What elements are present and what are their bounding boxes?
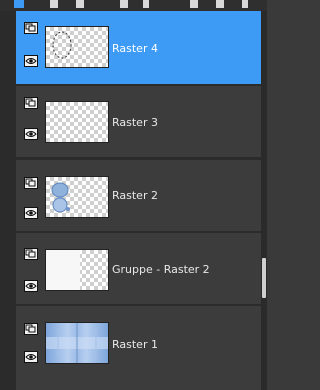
layer-stack-icon[interactable] [24,248,38,260]
toolbar-icon-3[interactable] [76,0,84,8]
layer-row[interactable]: Raster 2 [16,160,261,232]
toolbar-icon-1[interactable] [14,0,24,8]
layer-thumbnail [45,101,109,143]
layer-name: Gruppe - Raster 2 [112,263,210,276]
toolbar-strip [0,0,267,11]
toolbar-icon-6[interactable] [190,0,198,8]
eye-icon[interactable] [24,280,38,292]
eye-icon[interactable] [24,351,38,363]
layer-row[interactable]: Raster 3 [16,86,261,158]
layer-stack-icon[interactable] [24,22,38,34]
eye-icon[interactable] [24,55,38,67]
layer-thumbnail [45,249,109,291]
layer-stack-icon[interactable] [24,323,38,335]
eye-icon[interactable] [24,128,38,140]
layer-row[interactable]: Gruppe - Raster 2 [16,233,261,305]
toolbar-icon-4[interactable] [120,0,128,8]
layer-thumbnail [45,26,109,68]
layer-row[interactable]: Raster 4 [16,11,261,85]
layer-name: Raster 1 [112,338,158,351]
layer-name: Raster 3 [112,116,158,129]
toolbar-icon-7[interactable] [216,0,224,8]
toolbar-icon-2[interactable] [50,0,58,8]
vertical-scrollbar[interactable] [261,11,267,390]
toolbar-icon-8[interactable] [242,0,248,8]
layer-name: Raster 4 [112,42,158,55]
layer-stack-icon[interactable] [24,177,38,189]
layer-thumbnail [45,176,109,218]
layer-stack-icon[interactable] [24,97,38,109]
eye-icon[interactable] [24,207,38,219]
layer-name: Raster 2 [112,189,158,202]
layer-row[interactable]: Raster 1 [16,306,261,390]
toolbar-icon-5[interactable] [143,0,149,8]
layer-thumbnail [45,322,109,364]
scrollbar-thumb[interactable] [262,258,266,298]
